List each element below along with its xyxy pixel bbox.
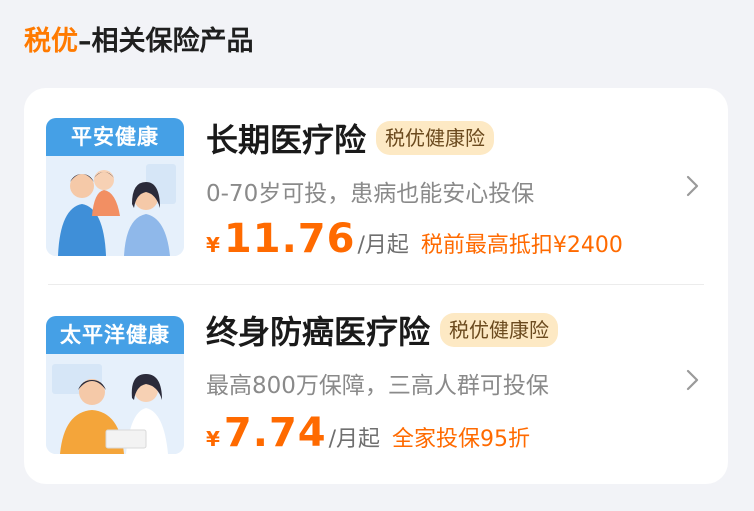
product-list-card: 平安健康 长期医疗险 税优健康险 0-70岁可投，患病也能安心投保 ¥ 11.7… [24, 88, 728, 484]
price-row: ¥ 11.76 /月起 税前最高抵扣¥2400 [206, 216, 623, 262]
couple-illustration-icon [46, 354, 184, 454]
section-title-rest: –相关保险产品 [78, 26, 254, 57]
product-name-row: 长期医疗险 税优健康险 [206, 116, 495, 160]
product-name-row: 终身防癌医疗险 税优健康险 [206, 308, 559, 352]
price-unit: /月起 [328, 427, 381, 452]
currency-symbol: ¥ [206, 233, 220, 257]
chevron-right-icon[interactable] [678, 366, 706, 394]
promo-text: 全家投保95折 [392, 427, 531, 452]
tax-benefit-badge: 税优健康险 [376, 121, 495, 155]
product-name: 长期医疗险 [206, 121, 367, 159]
chevron-right-icon[interactable] [678, 172, 706, 200]
product-item-lifetime-cancer-medical[interactable]: 太平洋健康 终身防癌医疗险 税优健康险 最高800万保障，三高人群可投保 ¥ 7… [24, 286, 728, 484]
product-description: 0-70岁可投，患病也能安心投保 [206, 181, 535, 207]
tax-benefit-badge: 税优健康险 [440, 313, 559, 347]
brand-banner: 太平洋健康 [46, 316, 184, 354]
promo-text: 税前最高抵扣¥2400 [420, 233, 623, 258]
item-divider [48, 284, 704, 285]
brand-banner: 平安健康 [46, 118, 184, 156]
product-description: 最高800万保障，三高人群可投保 [206, 373, 549, 399]
price-value: 7.74 [223, 410, 327, 456]
price-row: ¥ 7.74 /月起 全家投保95折 [206, 410, 530, 456]
section-title-accent: 税优 [24, 26, 78, 57]
product-thumbnail: 平安健康 [46, 118, 184, 256]
product-thumbnail: 太平洋健康 [46, 316, 184, 454]
currency-symbol: ¥ [206, 427, 220, 451]
product-name: 终身防癌医疗险 [206, 313, 431, 351]
price-unit: /月起 [357, 233, 409, 258]
family-illustration-icon [46, 156, 184, 256]
product-item-long-term-medical[interactable]: 平安健康 长期医疗险 税优健康险 0-70岁可投，患病也能安心投保 ¥ 11.7… [24, 88, 728, 286]
section-title: 税优–相关保险产品 [24, 22, 254, 62]
price-value: 11.76 [223, 216, 356, 262]
